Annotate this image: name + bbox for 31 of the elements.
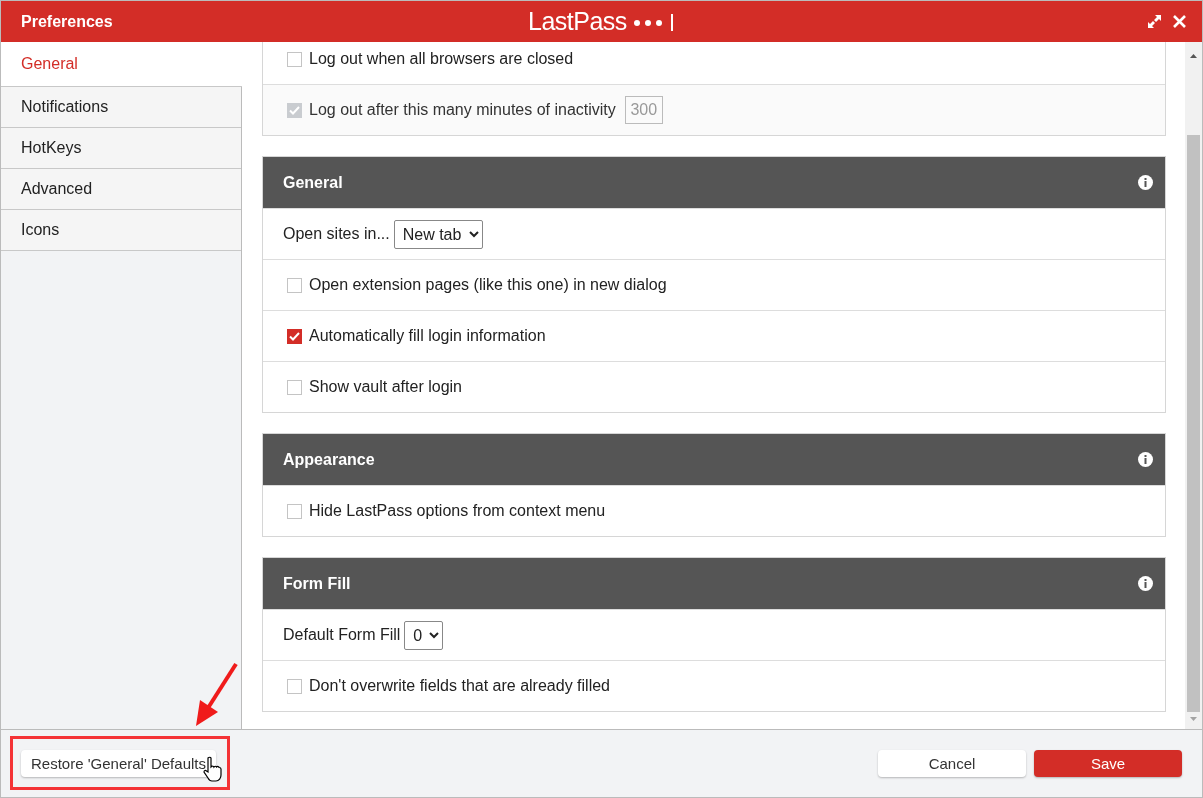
option-label: Don't overwrite fields that are already filled — [309, 677, 610, 695]
close-icon[interactable] — [1173, 15, 1186, 28]
restore-defaults-button[interactable]: Restore 'General' Defaults — [21, 750, 216, 777]
checkbox[interactable] — [287, 328, 302, 344]
option-label: Log out after this many minutes of inactivity — [309, 101, 616, 119]
option-label: Open extension pages (like this one) in new dialog — [309, 276, 667, 294]
sidebar-tab[interactable]: General — [1, 42, 242, 87]
info-icon[interactable] — [1138, 452, 1153, 467]
checkbox[interactable] — [287, 51, 302, 67]
expand-icon[interactable] — [1148, 15, 1161, 28]
save-button[interactable]: Save — [1034, 750, 1182, 777]
option-label: Automatically fill login information — [309, 327, 546, 345]
option-label: Hide LastPass options from context menu — [309, 502, 606, 520]
option-label: Show vault after login — [309, 378, 462, 396]
info-icon[interactable] — [1138, 175, 1153, 190]
checkbox[interactable] — [287, 379, 302, 395]
section-title: Form Fill — [283, 574, 352, 593]
checkbox[interactable] — [287, 277, 302, 293]
section-title: Appearance — [283, 450, 376, 469]
option-label: Log out when all browsers are closed — [309, 50, 574, 68]
cancel-button[interactable]: Cancel — [878, 750, 1026, 777]
section-title: General — [283, 173, 344, 192]
option-label: Default Form Fill — [283, 626, 401, 644]
window-title: Preferences — [21, 12, 113, 31]
checkbox[interactable] — [287, 503, 302, 519]
brand-logo: LastPass — [528, 7, 627, 36]
info-icon[interactable] — [1138, 576, 1153, 591]
option-label: Open sites in... — [283, 225, 390, 243]
checkbox[interactable] — [287, 678, 302, 694]
dropdown[interactable]: 0 — [404, 620, 444, 650]
dropdown[interactable]: New tab — [393, 219, 483, 249]
